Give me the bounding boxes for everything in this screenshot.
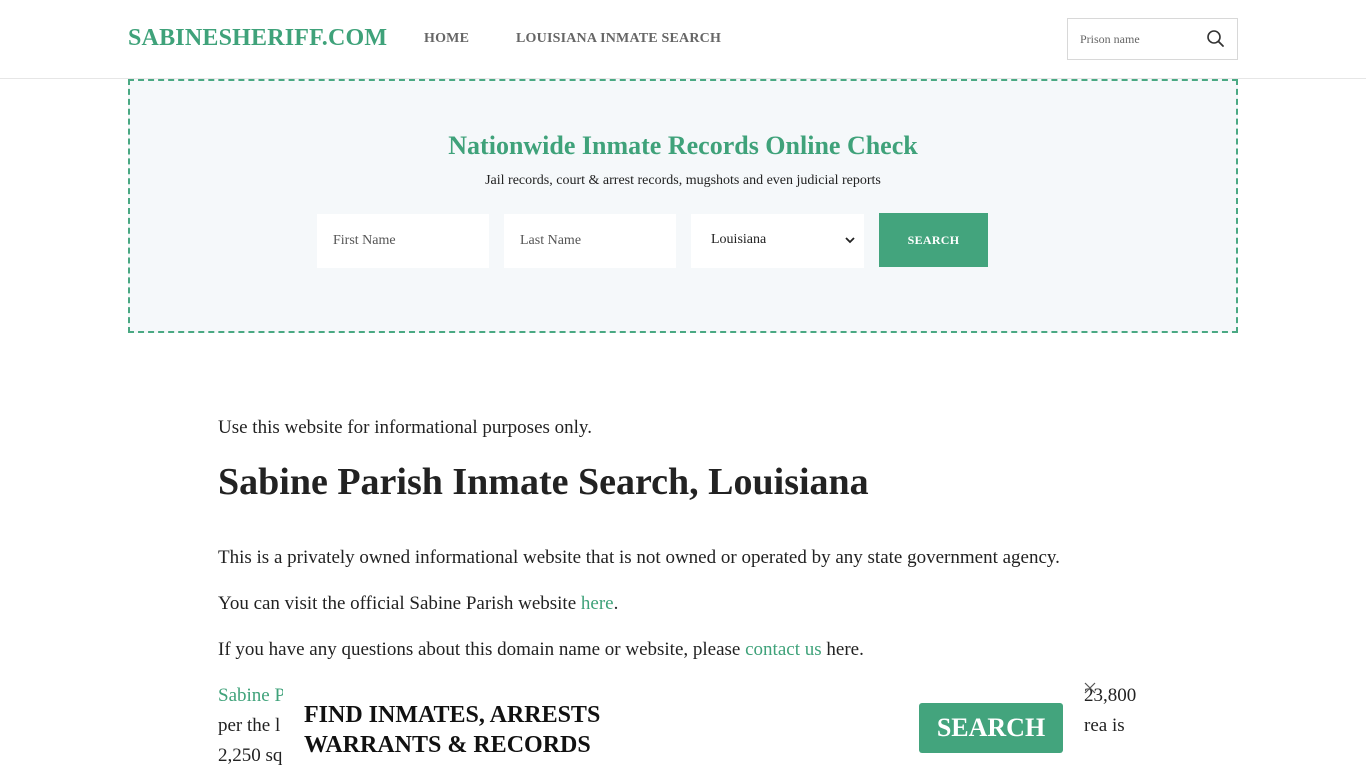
ad-search-button[interactable]: SEARCH <box>919 703 1063 753</box>
parish-info-line-1: Sabine P <box>218 684 285 708</box>
hero-search-button[interactable]: SEARCH <box>879 213 988 267</box>
inmate-search-panel: Nationwide Inmate Records Online Check J… <box>128 79 1238 333</box>
parish-info-line-3: 2,250 sq <box>218 745 283 766</box>
official-website-paragraph: You can visit the official Sabine Parish… <box>218 592 618 616</box>
close-icon[interactable] <box>1083 681 1097 695</box>
site-logo[interactable]: SABINESHERIFF.COM <box>128 25 387 52</box>
informational-notice: Use this website for informational purpo… <box>218 417 592 438</box>
state-select[interactable]: Louisiana <box>691 214 864 268</box>
sabine-parish-link[interactable]: Sabine P <box>218 685 285 706</box>
nav-home[interactable]: HOME <box>424 31 469 47</box>
first-name-field[interactable] <box>317 214 489 268</box>
paragraph-text: . <box>613 593 619 614</box>
prison-name-input[interactable] <box>1068 19 1198 59</box>
paragraph-text: You can visit the official Sabine Parish… <box>218 593 581 614</box>
contact-paragraph: If you have any questions about this dom… <box>218 638 864 662</box>
search-icon[interactable] <box>1205 28 1227 50</box>
last-name-field[interactable] <box>504 214 676 268</box>
official-website-link[interactable]: here <box>581 593 614 614</box>
ad-headline-line-2: WARRANTS & RECORDS <box>304 732 591 758</box>
hero-subtitle: Jail records, court & arrest records, mu… <box>485 173 881 188</box>
sticky-ad-bar: FIND INMATES, ARRESTS WARRANTS & RECORDS… <box>283 682 1096 768</box>
prison-search-box <box>1067 18 1238 60</box>
hero-title: Nationwide Inmate Records Online Check <box>448 131 918 160</box>
ad-headline: FIND INMATES, ARRESTS WARRANTS & RECORDS <box>304 700 600 760</box>
nav-louisiana-inmate-search[interactable]: LOUISIANA INMATE SEARCH <box>516 31 721 47</box>
ad-headline-line-1: FIND INMATES, ARRESTS <box>304 702 601 728</box>
parish-info-line-2-end: rea is <box>1084 715 1125 736</box>
paragraph-text: If you have any questions about this dom… <box>218 639 746 660</box>
page-title: Sabine Parish Inmate Search, Louisiana <box>218 461 869 503</box>
parish-info-line-2: per the l <box>218 715 281 736</box>
contact-us-link[interactable]: contact us <box>745 639 822 660</box>
state-select-value: Louisiana <box>711 232 767 247</box>
disclaimer-paragraph: This is a privately owned informational … <box>218 547 1060 568</box>
chevron-down-icon <box>844 234 856 246</box>
site-header: SABINESHERIFF.COM HOME LOUISIANA INMATE … <box>0 0 1366 79</box>
paragraph-text: here. <box>821 639 864 660</box>
